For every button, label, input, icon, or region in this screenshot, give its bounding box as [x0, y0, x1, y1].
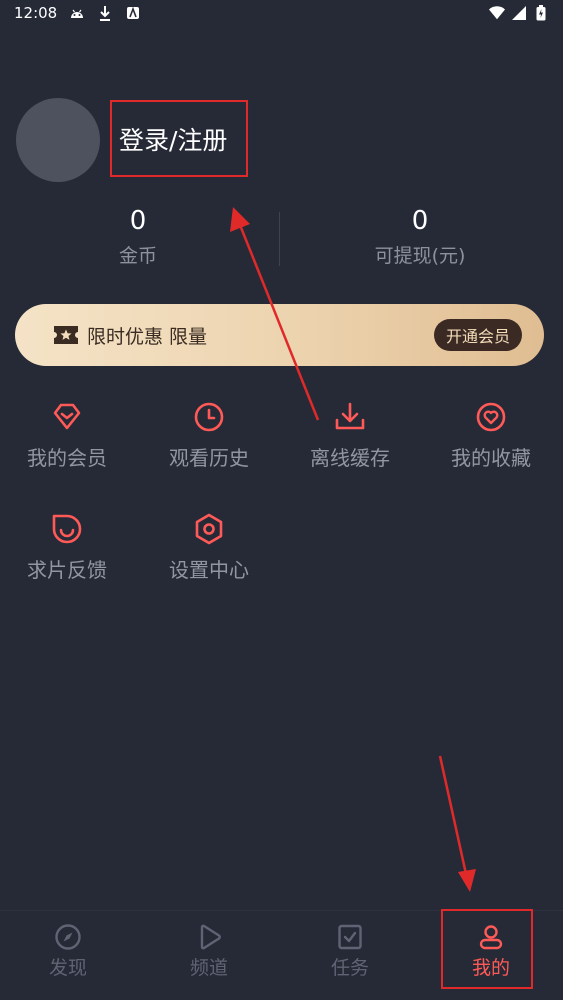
- withdrawable-value: 0: [411, 206, 429, 236]
- battery-charging-icon: [533, 5, 549, 21]
- status-bar: 12:08: [0, 0, 563, 26]
- menu-item-settings[interactable]: 设置中心: [144, 512, 274, 583]
- download-icon: [335, 402, 365, 430]
- tab-label: 频道: [189, 957, 228, 979]
- stats-divider: [279, 212, 280, 266]
- wifi-icon: [489, 5, 505, 21]
- coins-value: 0: [129, 206, 147, 236]
- clock-icon: [194, 402, 224, 432]
- menu-item-watch-history[interactable]: 观看历史: [144, 400, 274, 471]
- vip-promo-text: 限时优惠 限量: [87, 325, 208, 348]
- download-status-icon: [97, 5, 113, 21]
- status-time: 12:08: [14, 4, 58, 22]
- login-register-label: 登录/注册: [119, 125, 228, 155]
- menu-item-my-favorites[interactable]: 我的收藏: [426, 400, 556, 471]
- ticket-star-icon: [54, 326, 78, 344]
- tab-channel[interactable]: 频道: [164, 923, 254, 980]
- tab-label: 发现: [48, 957, 87, 979]
- signal-icon: [511, 5, 527, 21]
- menu-item-label: 设置中心: [169, 558, 249, 582]
- diamond-icon: [53, 403, 81, 430]
- heart-icon: [476, 402, 506, 432]
- arrow-to-mine-tab-head: [458, 869, 476, 892]
- avatar[interactable]: [16, 98, 100, 182]
- menu-item-label: 求片反馈: [27, 558, 107, 582]
- menu-item-request-feedback[interactable]: 求片反馈: [2, 512, 132, 583]
- app-store-icon: [125, 5, 141, 21]
- menu-item-label: 离线缓存: [310, 446, 390, 470]
- coins-label: 金币: [118, 245, 157, 267]
- withdrawable-stat[interactable]: 0 可提现(元): [320, 204, 520, 268]
- login-register-button[interactable]: 登录/注册: [110, 100, 248, 177]
- tab-label: 任务: [330, 957, 369, 979]
- coins-stat[interactable]: 0 金币: [38, 204, 238, 268]
- play-icon: [200, 924, 221, 950]
- hexagon-settings-icon: [195, 513, 223, 545]
- menu-item-my-vip[interactable]: 我的会员: [2, 400, 132, 471]
- menu-item-offline-cache[interactable]: 离线缓存: [285, 400, 415, 471]
- menu-item-label: 观看历史: [169, 446, 249, 470]
- tab-tasks[interactable]: 任务: [305, 923, 395, 980]
- tab-discover[interactable]: 发现: [23, 923, 113, 980]
- withdrawable-label: 可提现(元): [374, 245, 466, 267]
- android-icon: [69, 5, 85, 21]
- compass-icon: [55, 924, 81, 950]
- mine-tab-annotation-box: [441, 909, 533, 989]
- vip-promo-banner[interactable]: 限时优惠 限量 开通会员: [15, 304, 544, 366]
- feedback-smile-icon: [52, 514, 82, 544]
- menu-item-label: 我的会员: [27, 446, 107, 470]
- arrow-to-mine-tab: [438, 755, 468, 875]
- stats-row: 0 金币 0 可提现(元): [0, 200, 563, 280]
- open-vip-button[interactable]: 开通会员: [433, 319, 522, 351]
- menu-item-label: 我的收藏: [451, 446, 531, 470]
- task-check-icon: [338, 924, 362, 950]
